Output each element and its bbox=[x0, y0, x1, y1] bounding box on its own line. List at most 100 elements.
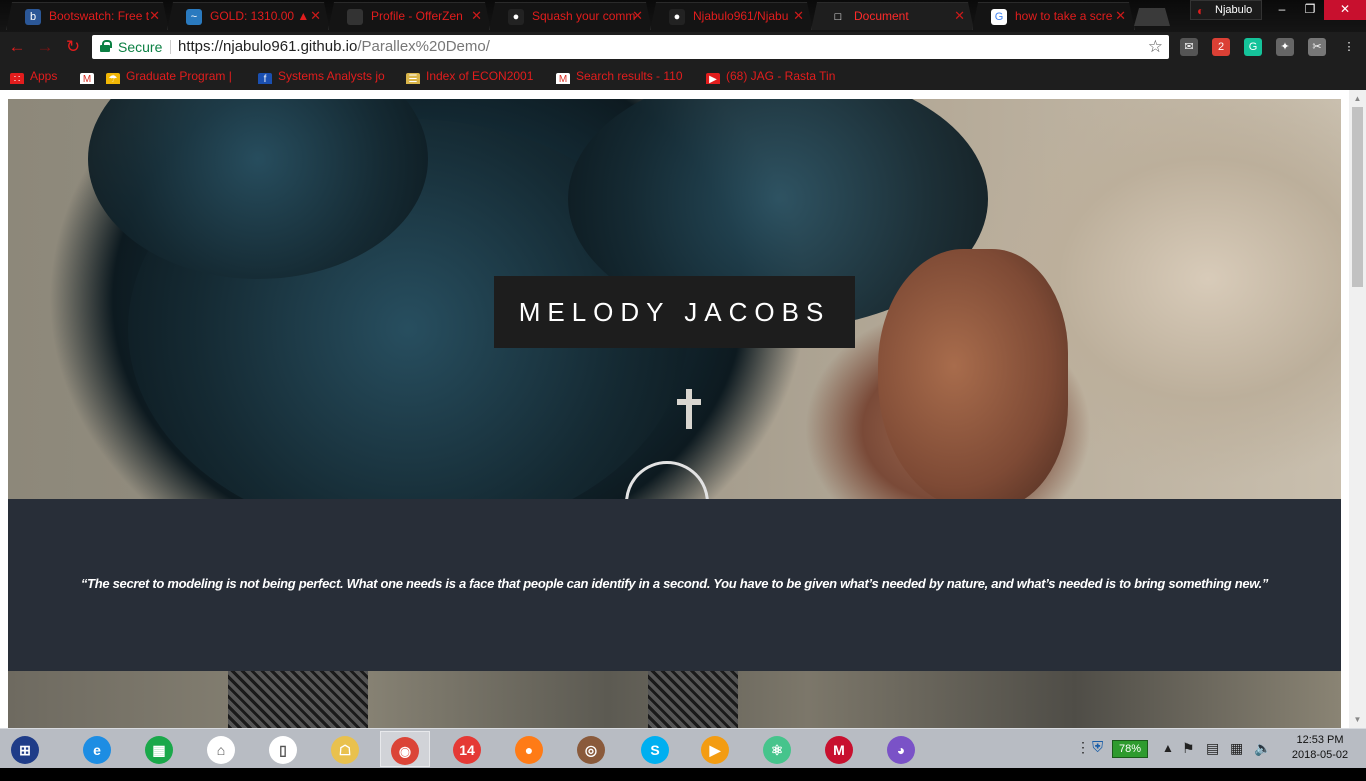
device-icon[interactable]: ▤ bbox=[1206, 740, 1219, 780]
close-tab-icon[interactable]: ✕ bbox=[1115, 3, 1126, 29]
instagram-icon[interactable]: ◎ bbox=[566, 731, 616, 767]
tab-5[interactable]: ● Njabulo961/Njabu ✕ bbox=[650, 2, 813, 30]
cross-earring bbox=[677, 389, 701, 429]
flag-icon[interactable]: ⚑ bbox=[1182, 740, 1195, 780]
pdf-icon[interactable]: ✂ bbox=[1308, 38, 1326, 56]
bookmark-item[interactable]: ☂ Graduate Program | bbox=[106, 68, 246, 84]
skype-icon[interactable]: S bbox=[630, 731, 680, 767]
bookmark-item[interactable]: f Systems Analysts jo bbox=[258, 68, 398, 84]
tab-title: Bootswatch: Free t bbox=[49, 9, 150, 23]
menu-icon[interactable]: ⋮ bbox=[1340, 38, 1358, 56]
file-explorer-icon[interactable]: ☖ bbox=[320, 731, 370, 767]
close-tab-icon[interactable]: ✕ bbox=[310, 3, 321, 29]
tab-2[interactable]: ~ GOLD: 1310.00 ▲ ✕ bbox=[167, 2, 330, 30]
start-glyph: ⊞ bbox=[11, 736, 39, 764]
grammarly-icon[interactable]: G bbox=[1244, 38, 1262, 56]
bookmark-item[interactable]: M Search results - 110 bbox=[556, 68, 696, 84]
bookmark-label: Graduate Program | bbox=[126, 69, 232, 83]
store-icon[interactable]: ▦ bbox=[134, 731, 184, 767]
close-tab-icon[interactable]: ✕ bbox=[149, 3, 160, 29]
skype-icon-glyph: S bbox=[641, 736, 669, 764]
close-tab-icon[interactable]: ✕ bbox=[471, 3, 482, 29]
todoist-icon[interactable]: 2 bbox=[1212, 38, 1230, 56]
tab-7[interactable]: Ghow to take a scre ✕ bbox=[972, 2, 1135, 30]
bootswatch-icon: b bbox=[25, 9, 41, 25]
mcafee-icon[interactable]: M bbox=[814, 731, 864, 767]
clock-time: 12:53 PM bbox=[1296, 734, 1344, 746]
url-text[interactable]: https://njabulo961.github.io/Parallex%20… bbox=[178, 35, 490, 59]
quote-text: “The secret to modeling is not being per… bbox=[80, 576, 1269, 591]
video-editor-icon[interactable]: ▶ bbox=[690, 731, 740, 767]
bookmark-item[interactable]: ∷ Apps bbox=[10, 68, 72, 84]
shield-icon[interactable]: ⛨ bbox=[1092, 739, 1103, 779]
tab-6[interactable]: □ Document ✕ bbox=[811, 2, 974, 30]
bookmark-label: Index of ECON2001 bbox=[426, 69, 534, 83]
address-bar[interactable]: Secure https://njabulo961.github.io/Para… bbox=[92, 35, 1169, 59]
battery-indicator[interactable]: 78% bbox=[1112, 740, 1148, 758]
github-icon: ● bbox=[508, 9, 524, 25]
mcafee-icon-glyph: M bbox=[825, 736, 853, 764]
github-icon: ● bbox=[669, 9, 685, 25]
windows-taskbar: ⊞ e ▦ ⌂ ▯ ☖ ◉ 14 ● ◎ S ▶ ⚛ M ◕ ⋮ ⛨ 78% ▲ ⚑ ▤ ▦ 🔈 12:53… bbox=[0, 728, 1366, 768]
umbrella-icon: ☂ bbox=[106, 73, 120, 84]
volume-icon[interactable]: 🔈 bbox=[1254, 740, 1271, 780]
back-button[interactable]: ← bbox=[6, 36, 28, 58]
start-button[interactable]: ⊞ bbox=[0, 731, 50, 767]
tab-title: GOLD: 1310.00 ▲ bbox=[210, 9, 310, 23]
instagram-icon-glyph: ◎ bbox=[577, 736, 605, 764]
document-icon: □ bbox=[830, 9, 846, 25]
bookmark-item[interactable]: M bbox=[80, 68, 102, 84]
reload-button[interactable]: ↻ bbox=[62, 36, 84, 58]
new-tab-button[interactable] bbox=[1134, 8, 1170, 26]
atom-icon-glyph: ⚛ bbox=[763, 736, 791, 764]
bookmark-item[interactable]: ☰ Index of ECON2001 bbox=[406, 68, 546, 84]
gmail-checker-icon[interactable]: ✉ bbox=[1180, 38, 1198, 56]
file-explorer-icon-glyph: ☖ bbox=[331, 736, 359, 764]
cat-app-icon-glyph: ◕ bbox=[887, 736, 915, 764]
restore-button[interactable]: ❐ bbox=[1296, 0, 1324, 20]
hoop-earring bbox=[625, 461, 709, 499]
file-icon[interactable]: ▯ bbox=[258, 731, 308, 767]
firefox-icon[interactable]: ● bbox=[504, 731, 554, 767]
home-icon[interactable]: ⌂ bbox=[196, 731, 246, 767]
fishnet-leg bbox=[648, 671, 738, 728]
tab-1[interactable]: b Bootswatch: Free t ✕ bbox=[6, 2, 169, 30]
video-editor-icon-glyph: ▶ bbox=[701, 736, 729, 764]
page-scrollbar[interactable]: ▲ ▼ bbox=[1349, 90, 1366, 728]
offerzen-icon bbox=[347, 9, 363, 25]
profile-button[interactable]: ◐ Njabulo bbox=[1190, 0, 1262, 20]
show-hidden-icons[interactable]: ▲ bbox=[1162, 741, 1174, 781]
bookmarks-bar: ∷ Apps M ☂ Graduate Program | f Systems Analys… bbox=[0, 62, 1366, 90]
calendar-14-icon[interactable]: 14 bbox=[442, 731, 492, 767]
page-viewport: MELODY JACOBS “The secret to modeling is… bbox=[0, 90, 1349, 728]
url-host: https://njabulo961.github.io bbox=[178, 38, 358, 55]
folder-icon: ☰ bbox=[406, 73, 420, 84]
quote-section: “The secret to modeling is not being per… bbox=[8, 499, 1341, 671]
firefox-icon-glyph: ● bbox=[515, 736, 543, 764]
bookmark-star-icon[interactable]: ☆ bbox=[1148, 35, 1163, 59]
close-tab-icon[interactable]: ✕ bbox=[632, 3, 643, 29]
scroll-up-arrow[interactable]: ▲ bbox=[1349, 90, 1366, 107]
system-clock[interactable]: 12:53 PM 2018-05-02 bbox=[1282, 733, 1358, 763]
scroll-down-arrow[interactable]: ▼ bbox=[1349, 711, 1366, 728]
close-tab-icon[interactable]: ✕ bbox=[954, 3, 965, 29]
chrome-icon-glyph: ◉ bbox=[391, 737, 419, 765]
tray-grip: ⋮ bbox=[1076, 739, 1090, 755]
minimize-button[interactable]: – bbox=[1268, 0, 1296, 20]
tab-3[interactable]: Profile - OfferZen ✕ bbox=[328, 2, 491, 30]
chrome-icon[interactable]: ◉ bbox=[380, 731, 430, 767]
close-tab-icon[interactable]: ✕ bbox=[793, 3, 804, 29]
cat-app-icon[interactable]: ◕ bbox=[876, 731, 926, 767]
store-icon-glyph: ▦ bbox=[145, 736, 173, 764]
forward-button[interactable]: → bbox=[34, 36, 56, 58]
atom-icon[interactable]: ⚛ bbox=[752, 731, 802, 767]
extension-icon[interactable]: ✦ bbox=[1276, 38, 1294, 56]
bookmark-item[interactable]: ▶ (68) JAG - Rasta Tin bbox=[706, 68, 846, 84]
ie-icon[interactable]: e bbox=[72, 731, 122, 767]
scroll-thumb[interactable] bbox=[1352, 107, 1363, 287]
bookmark-label: Systems Analysts jo bbox=[278, 69, 385, 83]
signal-icon[interactable]: ▦ bbox=[1230, 740, 1243, 780]
close-window-button[interactable]: ✕ bbox=[1324, 0, 1366, 20]
tab-4[interactable]: ● Squash your comm ✕ bbox=[489, 2, 652, 30]
url-path: /Parallex%20Demo/ bbox=[357, 38, 490, 55]
